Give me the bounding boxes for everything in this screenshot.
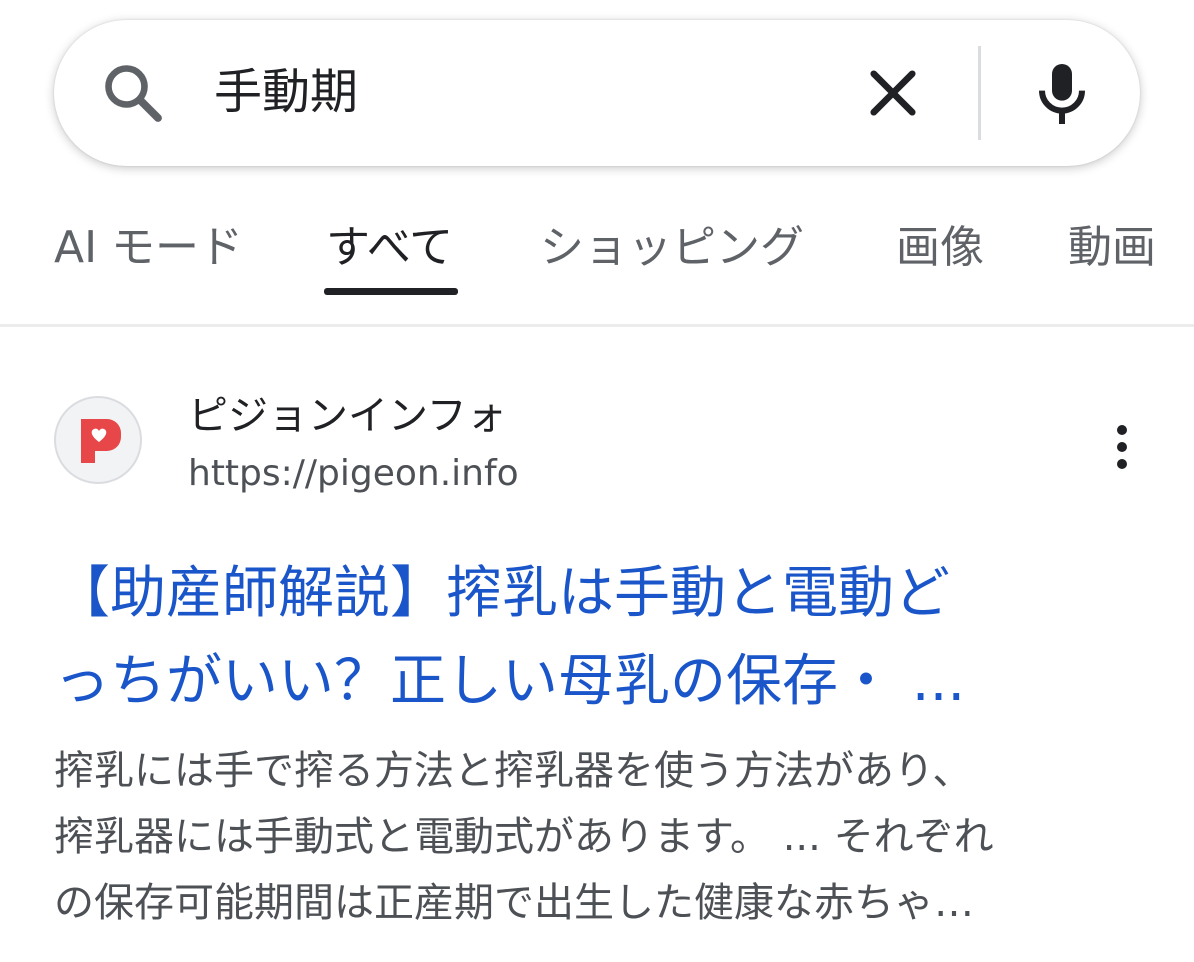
tab-shopping[interactable]: ショッピング: [540, 218, 804, 278]
snippet-line: 搾乳器には手動式と電動式があります。 ... それぞれ: [54, 814, 994, 860]
close-icon[interactable]: [860, 60, 926, 126]
tab-videos[interactable]: 動画: [1068, 218, 1156, 278]
search-input[interactable]: 手動期: [214, 60, 358, 124]
snippet-line: の保存可能期間は正産期で出生した健康な赤ちゃ…: [54, 880, 974, 926]
result-snippet: 搾乳には手で搾る方法と搾乳器を使う方法があり、 搾乳器には手動式と電動式がありま…: [54, 738, 1154, 936]
site-favicon-icon[interactable]: [54, 396, 142, 484]
search-results-page: 手動期 AI モード すべて ショッピング 画像 動画 ピジョンインフォ htt…: [0, 0, 1194, 962]
result-site-name[interactable]: ピジョンインフォ: [188, 390, 507, 442]
active-tab-indicator: [324, 288, 458, 295]
tab-ai-mode[interactable]: AI モード: [54, 218, 243, 278]
more-vert-icon[interactable]: [1100, 420, 1144, 476]
tab-images[interactable]: 画像: [896, 218, 984, 278]
mic-icon[interactable]: [1022, 54, 1102, 134]
result-title-line: 【助産師解説】搾乳は手動と電動ど: [54, 561, 950, 626]
snippet-line: 搾乳には手で搾る方法と搾乳器を使う方法があり、: [54, 748, 973, 794]
result-title-link[interactable]: 【助産師解説】搾乳は手動と電動ど っちがいい？正しい母乳の保存・ ...: [54, 550, 1154, 726]
search-icon[interactable]: [98, 58, 170, 130]
search-bar[interactable]: 手動期: [54, 20, 1140, 166]
result-title-line: っちがいい？正しい母乳の保存・ ...: [54, 649, 966, 714]
tabs-divider: [0, 324, 1194, 327]
search-bar-divider: [978, 46, 981, 140]
tab-all[interactable]: すべて: [326, 218, 453, 278]
result-url[interactable]: https://pigeon.info: [188, 450, 519, 498]
search-tabs: AI モード すべて ショッピング 画像 動画: [0, 200, 1194, 326]
